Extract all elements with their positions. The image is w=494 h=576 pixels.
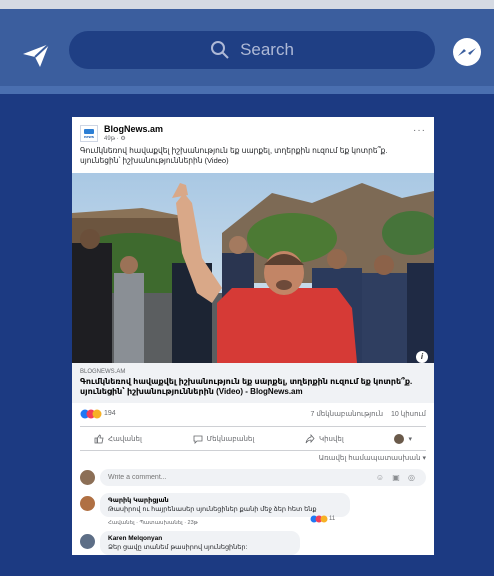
comments-count[interactable]: 7 մեկնաբանություն	[311, 411, 384, 418]
share-button[interactable]: Կիսվել	[291, 434, 358, 444]
page-name[interactable]: BlogNews.am	[104, 124, 163, 134]
comment-composer: ☺ ▣ ◎	[80, 468, 426, 488]
emoji-icon[interactable]: ☺ ▣ ◎	[376, 473, 418, 482]
avatar[interactable]	[80, 496, 95, 511]
post-time: 49թ · ⚙	[104, 136, 126, 142]
reactions-icon	[310, 515, 328, 523]
link-preview[interactable]: BLOGNEWS.AM Գումկնեռով հավաքվել իշխանութ…	[72, 363, 434, 403]
comment-bubble: Գարիկ Կարիցյան Թասիրով ու հայրենասեր սյո…	[100, 493, 350, 517]
post-actions: Հավանել Մեկնաբանել Կիսվել ▾	[80, 430, 426, 448]
comment-item: Karen Melqonyan Ձեր ցավը տանեմ թասիրով ս…	[80, 531, 426, 555]
like-button[interactable]: Հավանել	[80, 434, 156, 444]
post-text: Գումկնեռով հավաքվել իշխանություն եք սարք…	[80, 146, 388, 165]
search-icon	[211, 41, 229, 59]
comment-icon	[193, 435, 202, 444]
engagement-counts: 7 մեկնաբանություն 10 կիսում	[305, 410, 426, 418]
link-title: Գումկնեռով հավաքվել իշխանություն եք սարք…	[80, 377, 413, 396]
divider	[80, 426, 426, 427]
facebook-post-card: news BlogNews.am 49թ · ⚙ ··· Գումկնեռով …	[72, 117, 434, 555]
info-icon[interactable]: i	[416, 351, 428, 363]
search-placeholder: Search	[240, 40, 294, 59]
thumbs-up-icon	[94, 434, 104, 444]
comment-text: Թասիրով ու հայրենասեր սյունեցիներ քանի մ…	[108, 506, 317, 513]
commenter-name[interactable]: Գարիկ Կարիցյան	[108, 496, 342, 505]
top-bar: Search	[0, 0, 494, 86]
comment-text: Ձեր ցավը տանեմ թասիրով սյունեցիներ:	[108, 544, 248, 551]
comment-item: Գարիկ Կարիցյան Թասիրով ու հայրենասեր սյո…	[80, 493, 426, 529]
avatar[interactable]	[80, 534, 95, 549]
comment-sort-selector[interactable]: Առավել համապատասխան ▾	[319, 454, 426, 462]
commenter-name[interactable]: Karen Melqonyan	[108, 534, 292, 543]
avatar	[394, 434, 405, 444]
comment-button[interactable]: Մեկնաբանել	[179, 434, 269, 444]
chevron-down-icon: ▾	[408, 436, 412, 443]
shares-count[interactable]: 10 կիսում	[391, 411, 426, 418]
comment-bubble: Karen Melqonyan Ձեր ցավը տանեմ թասիրով ս…	[100, 531, 300, 555]
comment-reactions[interactable]: 11	[310, 515, 335, 523]
reactions-icon[interactable]	[80, 409, 102, 419]
post-header: news BlogNews.am 49թ · ⚙ ···	[80, 123, 426, 143]
search-bar[interactable]: Search	[69, 31, 435, 69]
comment-meta[interactable]: Հավանել · Պատասխանել · 23թ	[108, 520, 198, 526]
post-as-selector[interactable]: ▾	[380, 434, 426, 444]
messenger-icon[interactable]	[451, 37, 483, 69]
paper-plane-icon[interactable]	[20, 39, 52, 71]
post-stats: 194 7 մեկնաբանություն 10 կիսում	[80, 408, 426, 422]
post-photo[interactable]: i	[72, 173, 434, 363]
topbar-divider	[0, 86, 494, 94]
divider	[80, 450, 426, 451]
share-icon	[305, 434, 315, 444]
more-options-icon[interactable]: ···	[413, 125, 426, 136]
reaction-count[interactable]: 194	[104, 410, 116, 417]
link-domain: BLOGNEWS.AM	[80, 369, 126, 375]
page-logo[interactable]: news	[80, 125, 98, 142]
avatar	[80, 470, 95, 485]
